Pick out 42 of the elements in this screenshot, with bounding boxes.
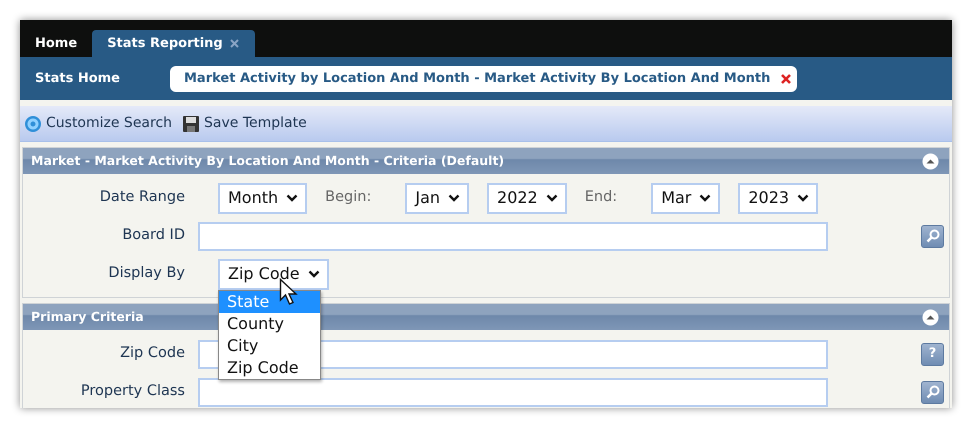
- dropdown-option[interactable]: City: [219, 334, 320, 356]
- field-label: End:: [584, 188, 618, 208]
- chevron-icon: [797, 194, 810, 202]
- dropdown[interactable]: Mar: [651, 182, 720, 214]
- field-label: Date Range: [98, 188, 185, 208]
- chevron-icon: [699, 194, 712, 202]
- dropdown[interactable]: Jan: [405, 182, 470, 214]
- field-label: Property Class: [80, 382, 185, 402]
- section-title: Primary Criteria: [31, 308, 144, 326]
- chevron-icon: [286, 194, 298, 202]
- chevron-icon: [308, 270, 320, 278]
- floppy-icon: [182, 114, 200, 132]
- collapse-icon[interactable]: [922, 152, 939, 170]
- dropdown[interactable]: 2022: [487, 182, 567, 214]
- dropdown[interactable]: 2023: [738, 182, 818, 214]
- dropdown[interactable]: Month: [218, 182, 308, 214]
- section-title: Market - Market Activity By Location And Month - Criteria (Default): [31, 152, 504, 170]
- magnifier-icon: [926, 229, 940, 243]
- dropdown[interactable]: Zip Code: [218, 258, 329, 290]
- field-label: Begin:: [325, 188, 372, 208]
- tab[interactable]: Stats Reporting: [92, 30, 255, 57]
- toolbar-button[interactable]: Save Template: [182, 113, 307, 134]
- home-link[interactable]: Stats Home: [35, 68, 170, 88]
- field-label: Zip Code: [119, 344, 185, 364]
- toolbar-button[interactable]: Customize Search: [24, 113, 172, 134]
- close-icon[interactable]: [228, 38, 240, 49]
- dropdown-option[interactable]: County: [219, 312, 320, 334]
- chevron-icon: [448, 194, 460, 202]
- input-field[interactable]: [198, 378, 828, 406]
- close-icon[interactable]: [780, 72, 792, 84]
- tab[interactable]: Home: [20, 30, 92, 57]
- magnifier-icon: [926, 385, 940, 399]
- field-label: Board ID: [121, 226, 185, 246]
- collapse-icon[interactable]: [922, 308, 939, 326]
- field-label: Display By: [107, 264, 185, 284]
- gear-icon: [24, 114, 42, 132]
- dropdown-option[interactable]: Zip Code: [219, 356, 320, 378]
- chevron-icon: [546, 194, 558, 202]
- lookup-button[interactable]: [921, 380, 944, 404]
- input-field[interactable]: [198, 222, 828, 250]
- lookup-button[interactable]: [921, 224, 944, 248]
- report-tab[interactable]: Market Activity by Location And Month - Market Activity By Location And Month: [170, 66, 798, 92]
